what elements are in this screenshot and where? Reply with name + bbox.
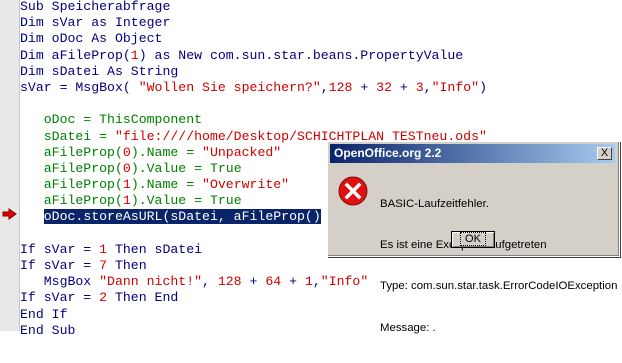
- code-token: 1: [130, 47, 139, 63]
- code-line[interactable]: Dim sDatei As String: [20, 64, 487, 80]
- ok-button[interactable]: OK: [451, 231, 495, 248]
- error-message-line: Message: .: [380, 321, 436, 334]
- code-token: +: [241, 274, 266, 290]
- code-token: "Info": [431, 79, 480, 95]
- code-line[interactable]: [20, 96, 487, 112]
- ok-button-label: OK: [460, 232, 486, 246]
- code-token: "Unpacked": [202, 144, 282, 160]
- code-token: 7: [99, 258, 108, 273]
- code-token: ).Name =: [130, 144, 203, 160]
- code-token: Then End: [107, 290, 179, 306]
- code-token: 32: [376, 79, 392, 95]
- code-token: ,: [312, 274, 321, 290]
- code-line[interactable]: oDoc = ThisComponent: [20, 112, 487, 128]
- code-token: "Wollen Sie speichern?": [138, 79, 321, 95]
- code-token: 0: [122, 160, 131, 176]
- code-token: End Sub: [20, 322, 76, 338]
- code-token: "Overwrite": [202, 177, 290, 193]
- code-line[interactable]: Dim sVar as Integer: [20, 15, 487, 31]
- code-token: Then: [107, 258, 147, 273]
- code-token: +: [281, 274, 305, 290]
- error-icon: [338, 176, 368, 206]
- code-token: ,: [423, 79, 432, 95]
- code-token: 1: [122, 193, 131, 209]
- code-line[interactable]: sVar = MsgBox( "Wollen Sie speichern?",1…: [20, 80, 487, 96]
- code-token: "Info": [320, 274, 369, 290]
- code-token: 1: [99, 241, 108, 257]
- code-token: 2: [99, 290, 108, 306]
- code-token: aFileProp(: [20, 193, 123, 209]
- code-token: 0: [122, 144, 131, 160]
- dialog-title: OpenOffice.org 2.2: [334, 146, 442, 160]
- code-token: "Dann nicht!": [99, 274, 203, 290]
- execution-arrow-icon: [2, 208, 17, 220]
- code-token: Sub Speicherabfrage: [20, 0, 171, 14]
- code-token: Dim oDoc As Object: [20, 31, 163, 47]
- dialog-titlebar[interactable]: OpenOffice.org 2.2 X: [330, 144, 615, 163]
- code-token: ).Value = True: [130, 193, 242, 209]
- code-token: 128: [328, 79, 353, 95]
- code-token: ) as New com.sun.star.beans.PropertyValu…: [138, 47, 464, 63]
- code-token: End If: [20, 306, 68, 322]
- code-token: MsgBox: [20, 274, 100, 290]
- code-line[interactable]: Dim oDoc As Object: [20, 31, 487, 47]
- code-token: ).Value = True: [130, 160, 242, 176]
- code-token: 64: [265, 274, 282, 290]
- error-message-line: Es ist eine Exception aufgetreten: [380, 238, 547, 251]
- code-token: +: [392, 79, 416, 95]
- close-button[interactable]: X: [597, 147, 612, 160]
- code-token: aFileProp(: [20, 144, 123, 160]
- editor-gutter[interactable]: [0, 0, 20, 331]
- code-token: sVar = MsgBox(: [20, 79, 139, 95]
- code-token: 128: [217, 274, 242, 290]
- error-message-line: BASIC-Laufzeitfehler.: [380, 197, 489, 210]
- code-token: If sVar =: [20, 290, 100, 306]
- code-token: If sVar =: [20, 241, 100, 257]
- code-token: If sVar =: [20, 258, 100, 273]
- code-token: aFileProp(: [20, 177, 123, 193]
- code-token: +: [352, 79, 377, 95]
- code-token: Then sDatei: [107, 241, 203, 257]
- code-token: Dim sDatei As String: [20, 63, 179, 79]
- error-message: BASIC-Laufzeitfehler. Es ist eine Except…: [380, 170, 617, 363]
- code-token: Dim aFileProp(: [20, 47, 131, 63]
- code-token: 1: [304, 274, 313, 290]
- code-token: aFileProp(: [20, 160, 123, 176]
- code-token: Dim sVar as Integer: [20, 15, 171, 31]
- code-token: 1: [122, 177, 131, 193]
- code-token: sDatei =: [20, 128, 115, 144]
- code-token: oDoc = ThisComponent: [20, 112, 203, 128]
- code-token: ,: [320, 79, 329, 95]
- error-dialog: OpenOffice.org 2.2 X BASIC-Laufzeitfehle…: [327, 141, 620, 334]
- code-token: ): [479, 79, 487, 95]
- code-line[interactable]: Sub Speicherabfrage: [20, 0, 487, 15]
- code-token: oDoc.storeAsURL(sDatei, aFileProp(): [43, 209, 321, 225]
- code-token: ,: [202, 274, 218, 290]
- code-line[interactable]: Dim aFileProp(1) as New com.sun.star.bea…: [20, 48, 487, 64]
- code-token: ).Name =: [130, 177, 203, 193]
- code-token: 3: [415, 79, 424, 95]
- error-message-line: Type: com.sun.star.task.ErrorCodeIOExcep…: [380, 280, 618, 293]
